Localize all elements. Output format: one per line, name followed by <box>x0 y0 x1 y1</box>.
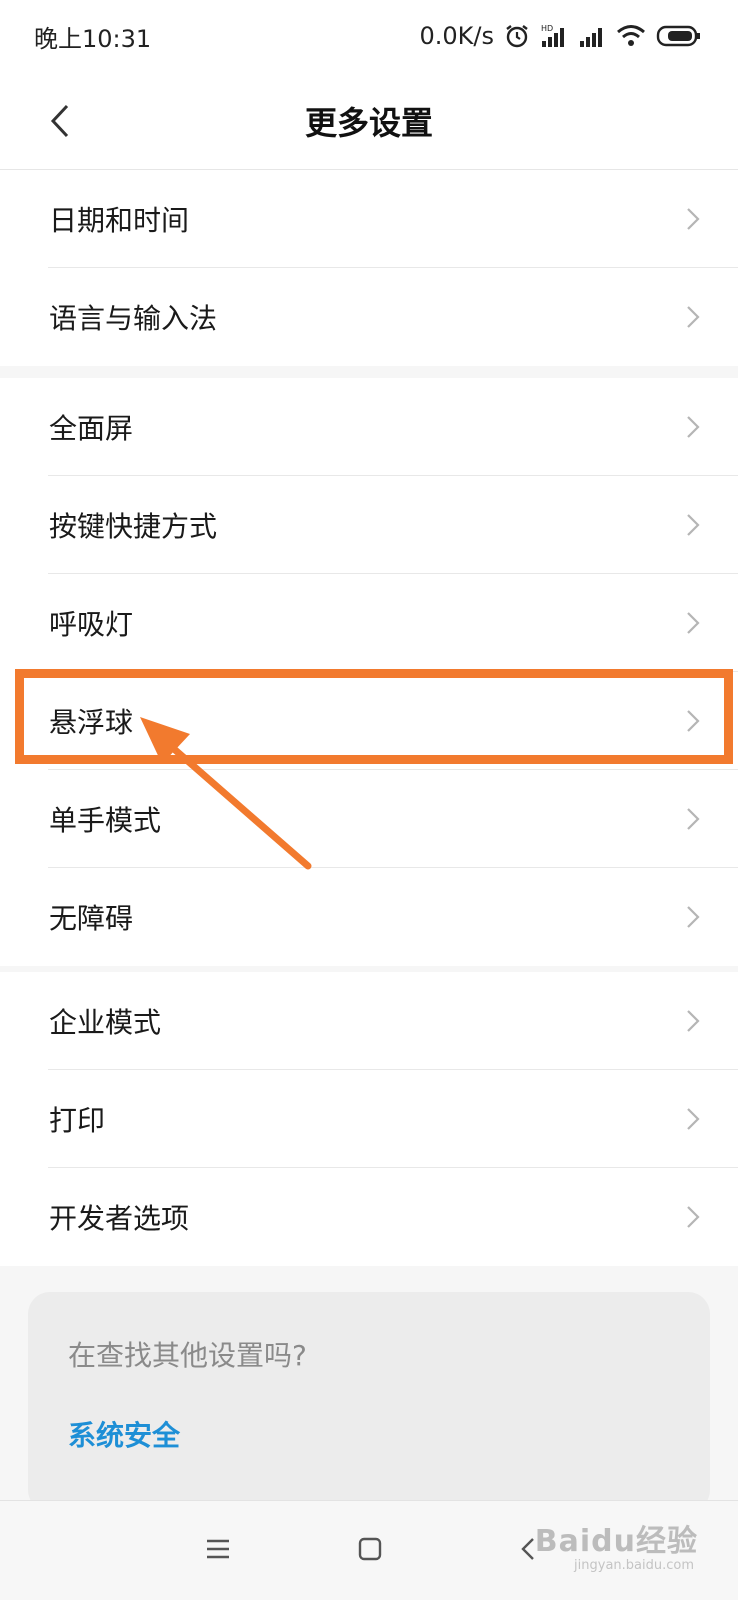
chevron-right-icon <box>687 906 700 928</box>
page-title: 更多设置 <box>304 104 433 142</box>
settings-section-advanced: 企业模式 打印 开发者选项 <box>0 972 738 1266</box>
chevron-right-icon <box>687 612 700 634</box>
settings-item-label: 按键快捷方式 <box>49 510 218 543</box>
settings-item-developer-options[interactable]: 开发者选项 <box>0 1168 738 1266</box>
wifi-icon <box>617 25 645 46</box>
settings-section-display: 全面屏 按键快捷方式 呼吸灯 悬浮球 单手模式 无障碍 <box>0 378 738 966</box>
settings-item-label: 呼吸灯 <box>49 608 134 641</box>
chevron-right-icon <box>687 514 700 536</box>
settings-item-button-shortcuts[interactable]: 按键快捷方式 <box>0 476 738 574</box>
baidu-watermark: Baidu经验 <box>534 1524 698 1559</box>
settings-item-language-input[interactable]: 语言与输入法 <box>0 268 738 366</box>
chevron-right-icon <box>687 306 700 328</box>
chevron-right-icon <box>687 416 700 438</box>
chevron-right-icon <box>687 208 700 230</box>
chevron-right-icon <box>687 710 700 732</box>
settings-item-label: 全面屏 <box>49 412 134 445</box>
settings-item-accessibility[interactable]: 无障碍 <box>0 868 738 966</box>
system-security-link[interactable]: 系统安全 <box>68 1414 180 1454</box>
baidu-watermark-url: jingyan.baidu.com <box>574 1558 694 1573</box>
hd-signal-icon: HD <box>541 24 564 47</box>
settings-item-label: 企业模式 <box>49 1006 162 1039</box>
settings-item-notification-light[interactable]: 呼吸灯 <box>0 574 738 672</box>
search-suggestion-card: 在查找其他设置吗? 系统安全 <box>28 1292 710 1512</box>
settings-item-one-handed-mode[interactable]: 单手模式 <box>0 770 738 868</box>
settings-item-label: 无障碍 <box>49 902 134 935</box>
settings-item-label: 单手模式 <box>49 804 162 837</box>
settings-item-enterprise-mode[interactable]: 企业模式 <box>0 972 738 1070</box>
status-icons: 0.0K/s HD <box>420 22 703 50</box>
chevron-right-icon <box>687 1206 700 1228</box>
home-button[interactable] <box>350 1529 390 1569</box>
home-square-icon <box>358 1537 382 1561</box>
settings-item-label: 日期和时间 <box>49 204 190 237</box>
alarm-icon <box>506 25 528 48</box>
status-time: 晚上10:31 <box>34 24 152 53</box>
svg-text:HD: HD <box>541 24 553 33</box>
menu-icon <box>207 1539 229 1559</box>
settings-item-label: 悬浮球 <box>49 706 134 739</box>
settings-item-date-time[interactable]: 日期和时间 <box>0 170 738 268</box>
search-hint-text: 在查找其他设置吗? <box>68 1339 307 1372</box>
settings-item-print[interactable]: 打印 <box>0 1070 738 1168</box>
settings-item-label: 打印 <box>49 1104 106 1137</box>
signal-icon <box>580 28 602 47</box>
chevron-right-icon <box>687 1108 700 1130</box>
chevron-right-icon <box>687 1010 700 1032</box>
network-speed: 0.0K/s <box>419 22 495 50</box>
settings-item-label: 语言与输入法 <box>49 302 218 335</box>
battery-icon <box>656 25 700 47</box>
status-bar: 晚上10:31 0.0K/s HD <box>0 0 738 72</box>
chevron-right-icon <box>687 808 700 830</box>
settings-section-general: 日期和时间 语言与输入法 <box>0 170 738 366</box>
title-bar: 更多设置 <box>0 72 738 170</box>
settings-item-full-screen[interactable]: 全面屏 <box>0 378 738 476</box>
settings-item-floating-ball[interactable]: 悬浮球 <box>0 672 738 770</box>
menu-button[interactable] <box>198 1529 238 1569</box>
settings-item-label: 开发者选项 <box>49 1202 190 1235</box>
